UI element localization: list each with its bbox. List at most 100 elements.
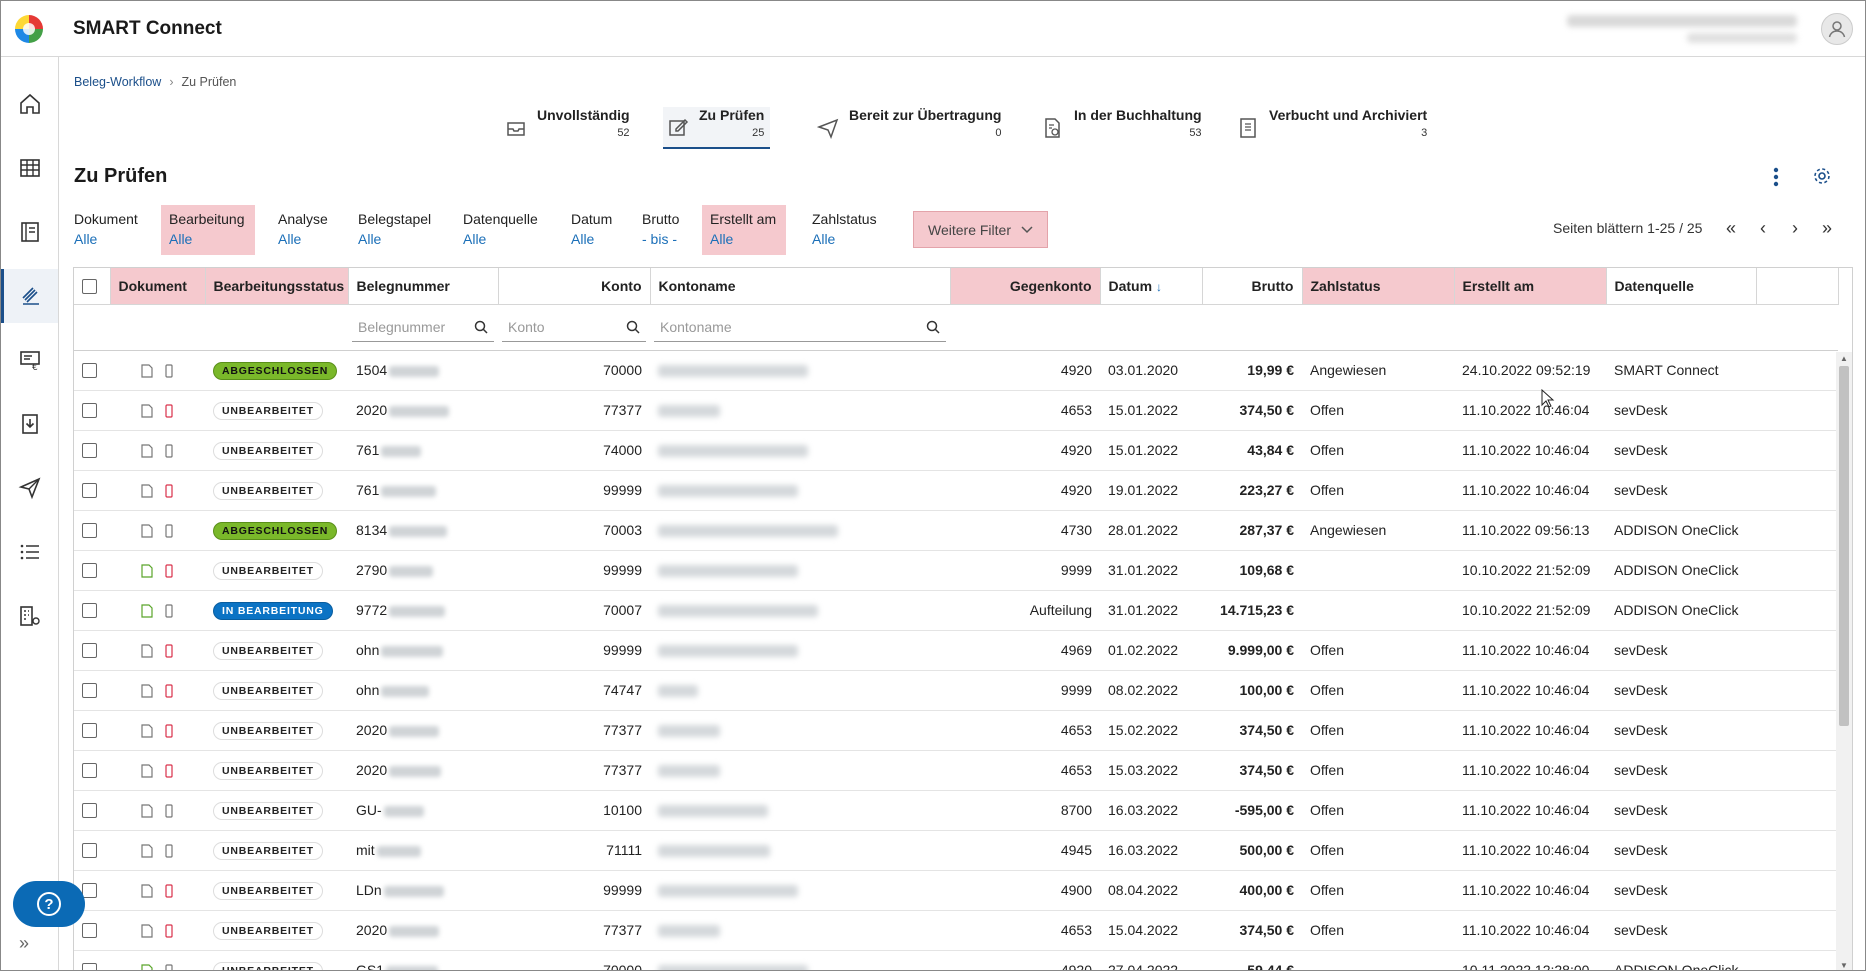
nav-ledger[interactable] (1, 205, 58, 259)
document-icon[interactable] (140, 924, 153, 938)
document-icon[interactable] (140, 764, 153, 778)
filter-belegstapel[interactable]: Belegstapel Alle (358, 205, 431, 255)
table-row[interactable]: UNBEARBEITET 2020 77377 4653 15.02.2022 374,5… (74, 710, 1838, 751)
last-page-icon[interactable]: » (1813, 215, 1841, 241)
select-all-cell[interactable] (74, 268, 111, 305)
col-bearbeitungsstatus[interactable]: Bearbeitungsstatus (205, 268, 349, 305)
col-datum[interactable]: Datum ↓ (1100, 268, 1203, 305)
filter-bearbeitung[interactable]: Bearbeitung Alle (161, 205, 255, 255)
scroll-up-icon[interactable]: ▲ (1840, 354, 1848, 363)
phone-icon[interactable] (164, 764, 174, 778)
table-scrollbar[interactable]: ▲ ▼ (1836, 352, 1852, 970)
nav-table[interactable] (1, 141, 58, 195)
col-belegnummer[interactable]: Belegnummer (348, 268, 499, 305)
phone-icon[interactable] (164, 924, 174, 938)
col-erstellt-am[interactable]: Erstellt am (1454, 268, 1607, 305)
expand-sidebar-icon[interactable]: » (19, 933, 29, 954)
document-icon[interactable] (140, 724, 153, 738)
row-checkbox-cell[interactable] (74, 830, 110, 871)
col-gegenkonto[interactable]: Gegenkonto (950, 268, 1101, 305)
document-icon[interactable] (140, 564, 153, 578)
filter-analyse[interactable]: Analyse Alle (278, 205, 328, 255)
document-icon[interactable] (140, 364, 153, 378)
row-checkbox[interactable] (82, 523, 97, 539)
nav-list[interactable] (1, 525, 58, 579)
row-checkbox[interactable] (82, 683, 97, 699)
scroll-down-icon[interactable]: ▼ (1840, 961, 1848, 970)
nav-home[interactable] (1, 77, 58, 131)
search-kontoname-input[interactable]: Kontoname (654, 312, 946, 342)
nav-invoices[interactable]: € (1, 333, 58, 387)
row-checkbox-cell[interactable] (74, 710, 110, 751)
scrollbar-thumb[interactable] (1839, 366, 1849, 726)
row-checkbox[interactable] (82, 363, 97, 379)
row-checkbox[interactable] (82, 763, 97, 779)
document-icon[interactable] (140, 964, 153, 971)
document-icon[interactable] (140, 844, 153, 858)
more-options-icon[interactable] (1773, 167, 1779, 190)
row-checkbox-cell[interactable] (74, 550, 110, 591)
phone-icon[interactable] (164, 884, 174, 898)
search-konto-input[interactable]: Konto (502, 312, 646, 342)
col-brutto[interactable]: Brutto (1202, 268, 1303, 305)
row-checkbox-cell[interactable] (74, 670, 110, 711)
step-bereit[interactable]: Bereit zur Übertragung 0 (813, 107, 1001, 149)
row-checkbox[interactable] (82, 483, 97, 499)
phone-icon[interactable] (164, 364, 174, 378)
table-row[interactable]: ABGESCHLOSSEN 1504 70000 4920 03.01.2020 19,9… (74, 350, 1838, 391)
phone-icon[interactable] (164, 844, 174, 858)
table-row[interactable]: UNBEARBEITET 2790 99999 9999 31.01.2022 109,6… (74, 550, 1838, 591)
row-checkbox[interactable] (82, 443, 97, 459)
phone-icon[interactable] (164, 684, 174, 698)
phone-icon[interactable] (164, 484, 174, 498)
row-checkbox-cell[interactable] (74, 430, 110, 471)
first-page-icon[interactable]: « (1717, 215, 1745, 241)
row-checkbox[interactable] (82, 843, 97, 859)
document-icon[interactable] (140, 484, 153, 498)
avatar[interactable] (1821, 13, 1853, 45)
select-all-checkbox[interactable] (82, 279, 97, 295)
col-kontoname[interactable]: Kontoname (650, 268, 951, 305)
table-row[interactable]: UNBEARBEITET ohn 74747 9999 08.02.2022 100,00… (74, 670, 1838, 711)
row-checkbox[interactable] (82, 803, 97, 819)
row-checkbox-cell[interactable] (74, 750, 110, 791)
row-checkbox[interactable] (82, 563, 97, 579)
row-checkbox[interactable] (82, 403, 97, 419)
phone-icon[interactable] (164, 964, 174, 971)
row-checkbox[interactable] (82, 923, 97, 939)
table-row[interactable]: UNBEARBEITET 2020 77377 4653 15.04.2022 374,5… (74, 910, 1838, 951)
table-row[interactable]: UNBEARBEITET 2020 77377 4653 15.01.2022 374,5… (74, 390, 1838, 431)
step-buchhaltung[interactable]: In der Buchhaltung 53 (1038, 107, 1202, 149)
document-icon[interactable] (140, 604, 153, 618)
nav-settings-company[interactable] (1, 589, 58, 643)
search-belegnummer-input[interactable]: Belegnummer (352, 312, 494, 342)
next-page-icon[interactable]: › (1781, 215, 1809, 241)
phone-icon[interactable] (164, 564, 174, 578)
row-checkbox-cell[interactable] (74, 950, 110, 970)
filter-dokument[interactable]: Dokument Alle (74, 205, 138, 255)
document-icon[interactable] (140, 884, 153, 898)
help-button[interactable]: ? (13, 881, 85, 927)
filter-datum[interactable]: Datum Alle (571, 205, 612, 255)
col-konto[interactable]: Konto (498, 268, 651, 305)
phone-icon[interactable] (164, 404, 174, 418)
table-row[interactable]: UNBEARBEITET 761 74000 4920 15.01.2022 43,84 … (74, 430, 1838, 471)
row-checkbox[interactable] (82, 963, 97, 970)
phone-icon[interactable] (164, 444, 174, 458)
document-icon[interactable] (140, 524, 153, 538)
document-icon[interactable] (140, 804, 153, 818)
filter-erstellt-am[interactable]: Erstellt am Alle (702, 205, 787, 255)
phone-icon[interactable] (164, 724, 174, 738)
row-checkbox-cell[interactable] (74, 590, 110, 631)
more-filters-button[interactable]: Weitere Filter (913, 211, 1048, 248)
document-icon[interactable] (140, 644, 153, 658)
row-checkbox-cell[interactable] (74, 390, 110, 431)
phone-icon[interactable] (164, 804, 174, 818)
table-row[interactable]: UNBEARBEITET mit 71111 4945 16.03.2022 500,00… (74, 830, 1838, 871)
col-dokument[interactable]: Dokument (110, 268, 206, 305)
table-row[interactable]: UNBEARBEITET GS1 70000 4920 27.04.2022 -59,44… (74, 950, 1838, 971)
document-icon[interactable] (140, 404, 153, 418)
table-row[interactable]: UNBEARBEITET ohn 99999 4969 01.02.2022 9.999,… (74, 630, 1838, 671)
col-datenquelle[interactable]: Datenquelle (1606, 268, 1757, 305)
nav-beleg-workflow[interactable] (1, 269, 58, 323)
